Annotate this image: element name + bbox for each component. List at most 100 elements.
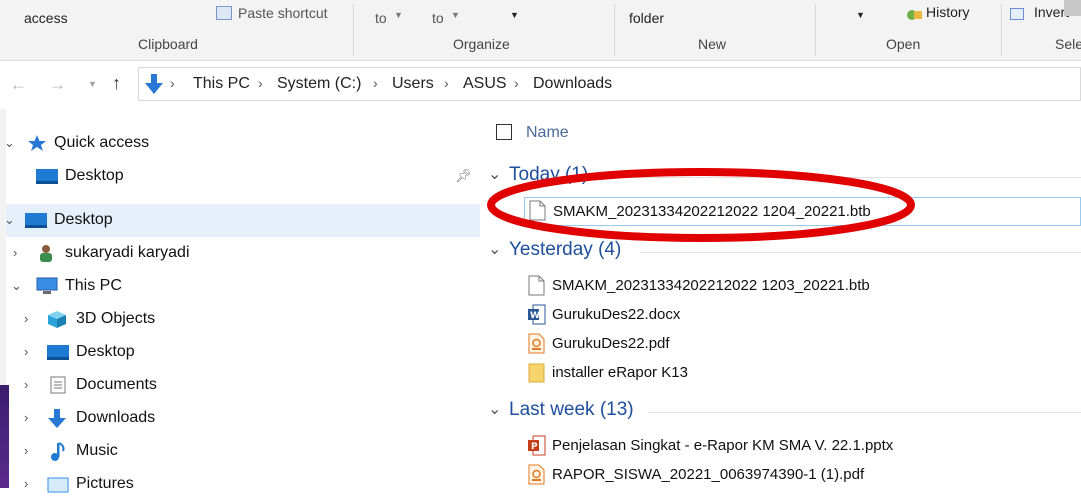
window-corner — [1064, 0, 1081, 16]
recent-locations-icon[interactable]: ▼ — [88, 79, 97, 89]
move-to-button[interactable]: to — [375, 10, 387, 26]
nav-item-pictures[interactable]: › Pictures — [6, 468, 480, 501]
copy-to-button[interactable]: to — [432, 10, 444, 26]
documents-icon — [49, 376, 69, 394]
open-group-label: Open — [886, 36, 921, 52]
nav-label: Pictures — [76, 475, 134, 492]
chevron-right-icon[interactable]: › — [24, 443, 28, 458]
file-row[interactable]: P Penjelasan Singkat - e-Rapor KM SMA V.… — [524, 432, 1081, 461]
chevron-right-icon[interactable]: › — [258, 75, 263, 91]
nav-item-user[interactable]: › sukaryadi karyadi — [6, 237, 480, 270]
nav-item-desktop-pc[interactable]: › Desktop — [6, 336, 480, 369]
chevron-right-icon[interactable]: › — [13, 245, 17, 260]
breadcrumb-this-pc[interactable]: This PC — [193, 75, 250, 93]
history-icon — [906, 8, 922, 20]
group-header-last-week[interactable]: ⌄ Last week (13) — [488, 397, 1081, 427]
address-bar-row: ← → ▼ ↑ › This PC › System (C:) › Users … — [0, 61, 1081, 109]
chevron-down-icon: ▼ — [394, 10, 403, 20]
file-row[interactable]: RAPOR_SISWA_20221_0063974390-1 (1).pdf — [524, 461, 1081, 490]
powerpoint-icon: P — [528, 435, 546, 456]
svg-text:P: P — [531, 442, 538, 452]
computer-icon — [36, 277, 58, 295]
history-button[interactable]: History — [926, 4, 970, 20]
chevron-right-icon[interactable]: › — [24, 344, 28, 359]
nav-label: Desktop — [54, 211, 113, 228]
file-row[interactable]: installer eRapor K13 — [524, 359, 1081, 388]
new-group-label: New — [698, 36, 727, 52]
nav-item-music[interactable]: › Music — [6, 435, 480, 468]
pdf-file-icon — [528, 333, 545, 354]
group-title: Last week (13) — [509, 399, 634, 420]
user-icon — [36, 244, 56, 262]
chevron-right-icon[interactable]: › — [24, 476, 28, 491]
ribbon-separator — [815, 4, 816, 56]
group-divider — [640, 252, 1081, 253]
pictures-icon — [47, 475, 69, 493]
nav-label: sukaryadi karyadi — [65, 244, 190, 261]
cube-icon — [47, 310, 67, 328]
desktop-icon — [47, 343, 69, 361]
nav-label: Downloads — [76, 409, 156, 426]
chevron-right-icon[interactable]: › — [24, 377, 28, 392]
back-arrow-icon[interactable]: ← — [10, 75, 27, 95]
chevron-down-icon[interactable]: ⌄ — [488, 399, 501, 419]
chevron-right-icon[interactable]: › — [444, 75, 449, 91]
delete-dropdown-icon[interactable]: ▼ — [510, 10, 519, 20]
name-column-header[interactable]: Name — [526, 124, 569, 142]
pin-icon[interactable]: 📌︎ — [455, 168, 472, 184]
ribbon: access Paste shortcut to ▼ to ▼ ▼ folder… — [0, 0, 1081, 61]
nav-item-3d-objects[interactable]: › 3D Objects — [6, 303, 480, 336]
file-row[interactable]: GurukuDes22.pdf — [524, 330, 1081, 359]
select-all-checkbox[interactable] — [496, 124, 512, 140]
word-document-icon: W — [528, 304, 546, 325]
chevron-right-icon[interactable]: › — [514, 75, 519, 91]
new-folder-button[interactable]: folder — [629, 10, 664, 26]
select-group-label: Sele — [1055, 36, 1081, 52]
forward-arrow-icon[interactable]: → — [49, 75, 66, 95]
file-name: Penjelasan Singkat - e-Rapor KM SMA V. 2… — [552, 437, 894, 454]
nav-label: Documents — [76, 376, 157, 393]
download-arrow-icon — [47, 409, 67, 428]
nav-label: 3D Objects — [76, 310, 156, 327]
up-arrow-icon[interactable]: ↑ — [112, 73, 121, 94]
pin-to-quick-access-label[interactable]: access — [24, 10, 68, 26]
breadcrumb-users[interactable]: Users — [392, 75, 434, 93]
file-row[interactable]: SMAKM_20231334202212022 1203_20221.btb — [524, 272, 1081, 301]
ribbon-separator — [1001, 4, 1002, 56]
file-name: RAPOR_SISWA_20221_0063974390-1 (1).pdf — [552, 466, 865, 483]
chevron-down-icon[interactable]: ⌄ — [4, 212, 15, 228]
breadcrumb-system-c[interactable]: System (C:) — [277, 75, 361, 93]
chevron-right-icon[interactable]: › — [24, 410, 28, 425]
chevron-down-icon: ▼ — [451, 10, 460, 20]
paste-shortcut-icon — [216, 6, 232, 20]
nav-label: Music — [76, 442, 118, 459]
file-name: installer eRapor K13 — [552, 364, 688, 381]
nav-item-desktop[interactable]: ⌄ Desktop — [4, 204, 480, 237]
breadcrumb-asus[interactable]: ASUS — [463, 75, 507, 93]
nav-label: Desktop — [65, 167, 124, 184]
nav-item-downloads[interactable]: › Downloads — [6, 402, 480, 435]
file-name: GurukuDes22.docx — [552, 306, 681, 323]
music-note-icon — [49, 442, 69, 461]
chevron-right-icon[interactable]: › — [170, 75, 175, 91]
chevron-right-icon[interactable]: › — [24, 311, 28, 326]
properties-dropdown-icon[interactable]: ▼ — [856, 10, 865, 20]
breadcrumb-downloads[interactable]: Downloads — [533, 75, 612, 93]
file-name: GurukuDes22.pdf — [552, 335, 670, 352]
file-icon — [528, 275, 545, 296]
file-name: SMAKM_20231334202212022 1203_20221.btb — [552, 277, 870, 294]
navigation-pane: ⌄ Quick access Desktop 📌︎ ⌄ Desktop › su… — [4, 109, 480, 493]
organize-group-label: Organize — [453, 36, 510, 52]
file-row[interactable]: W GurukuDes22.docx — [524, 301, 1081, 330]
paste-shortcut-button[interactable]: Paste shortcut — [238, 5, 328, 21]
nav-item-desktop-pinned[interactable]: Desktop 📌︎ — [6, 160, 480, 193]
nav-item-documents[interactable]: › Documents — [6, 369, 480, 402]
chevron-right-icon[interactable]: › — [373, 75, 378, 91]
nav-label: Quick access — [54, 134, 150, 151]
pdf-file-icon — [528, 464, 545, 485]
ribbon-separator — [353, 4, 354, 56]
chevron-down-icon[interactable]: ⌄ — [4, 135, 15, 151]
nav-item-quick-access[interactable]: ⌄ Quick access — [4, 127, 480, 160]
nav-item-this-pc[interactable]: ⌄ This PC — [6, 270, 480, 303]
chevron-down-icon[interactable]: ⌄ — [11, 278, 22, 294]
